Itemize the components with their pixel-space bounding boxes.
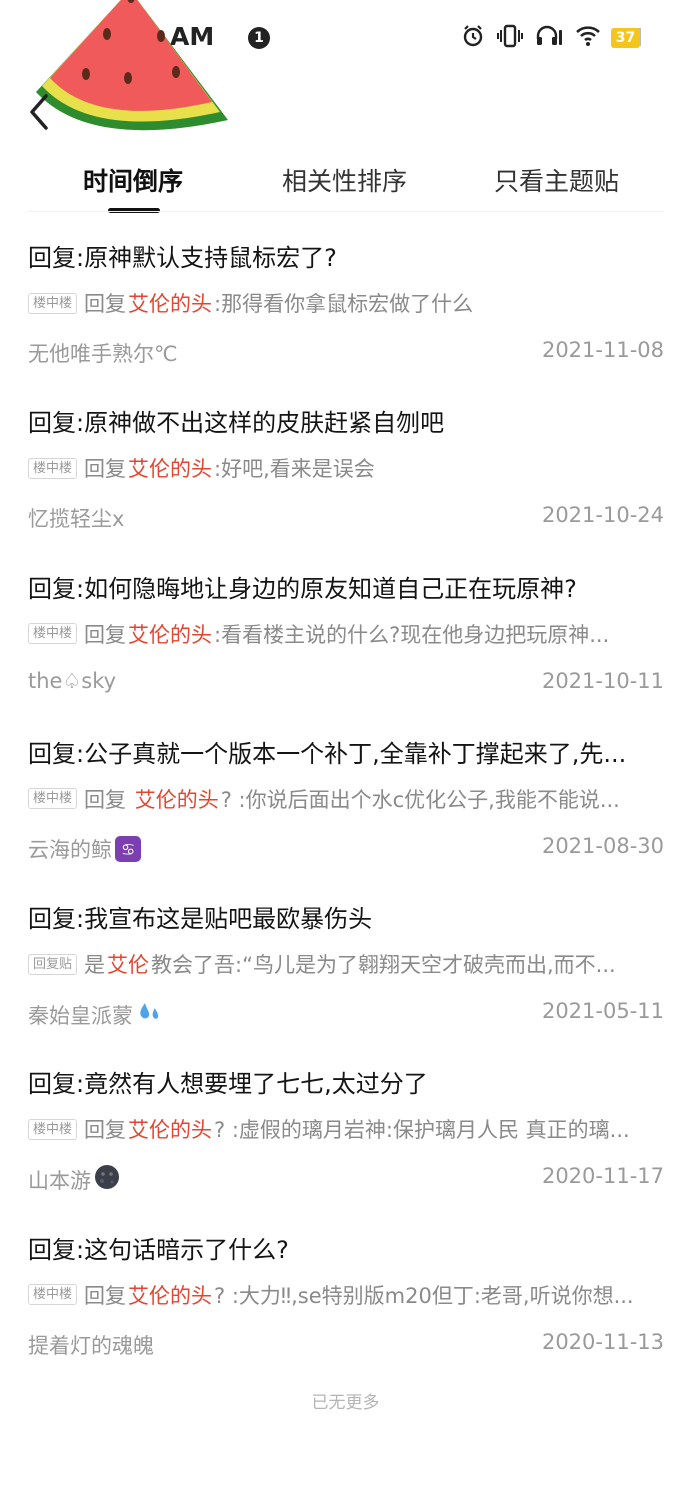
back-button[interactable] bbox=[26, 92, 52, 132]
reply-line: 楼中楼 回复 艾伦的头 :那得看你拿鼠标宏做了什么 bbox=[28, 288, 664, 318]
author-name: 提着灯的魂魄 bbox=[28, 1333, 154, 1358]
sweat-droplets-icon bbox=[136, 999, 162, 1030]
post-author: 无他唯手熟尔℃ bbox=[28, 338, 178, 368]
list-item[interactable]: 回复:原神做不出这样的皮肤赶紧自刎吧 楼中楼 回复 艾伦的头 :好吧,看来是误会… bbox=[0, 395, 691, 560]
reply-prefix: 回复 bbox=[84, 622, 127, 647]
reply-prefix: 是 bbox=[84, 953, 106, 978]
post-author: 提着灯的魂魄 bbox=[28, 1330, 154, 1360]
author-name: 秦始皇派蒙 bbox=[28, 1003, 133, 1028]
post-date: 2020-11-17 bbox=[541, 1164, 664, 1189]
vibrate-icon bbox=[497, 24, 523, 52]
post-date: 2021-05-11 bbox=[541, 999, 664, 1024]
author-name: 云海的鲸 bbox=[28, 837, 112, 862]
post-author: 山本游 bbox=[28, 1164, 120, 1195]
reply-username[interactable]: 艾伦的头 bbox=[128, 619, 212, 649]
post-title: 回复:原神做不出这样的皮肤赶紧自刎吧 bbox=[28, 409, 445, 438]
post-title: 回复:竟然有人想要埋了七七,太过分了 bbox=[28, 1070, 428, 1099]
reply-line: 回复贴 是 艾伦 教会了吾:“鸟儿是为了翱翔天空才破壳而出,而不... bbox=[28, 949, 664, 979]
floor-tag: 楼中楼 bbox=[28, 623, 78, 645]
reply-line: 楼中楼 回复 艾伦的头 ? :大力‼,se特别版m20但丁:老哥,听说你想... bbox=[28, 1280, 664, 1310]
reply-prefix: 回复 bbox=[84, 787, 133, 812]
reply-username[interactable]: 艾伦的头 bbox=[128, 1280, 212, 1310]
floor-tag: 楼中楼 bbox=[28, 1284, 78, 1306]
post-list: 回复:原神默认支持鼠标宏了? 楼中楼 回复 艾伦的头 :那得看你拿鼠标宏做了什么… bbox=[0, 230, 691, 1387]
reply-post-tag: 回复贴 bbox=[28, 953, 78, 975]
reply-text: :看看楼主说的什么?现在他身边把玩原神... bbox=[214, 622, 610, 647]
reply-username[interactable]: 艾伦的头 bbox=[128, 288, 212, 318]
post-title: 回复:我宣布这是贴吧最欧暴伤头 bbox=[28, 905, 373, 934]
list-item[interactable]: 回复:竟然有人想要埋了七七,太过分了 楼中楼 回复 艾伦的头 ? :虚假的璃月岩… bbox=[0, 1056, 691, 1221]
author-name: 山本游 bbox=[28, 1168, 91, 1193]
reply-username[interactable]: 艾伦 bbox=[107, 949, 149, 979]
post-date: 2021-10-24 bbox=[541, 503, 664, 528]
post-author: 秦始皇派蒙 bbox=[28, 999, 162, 1030]
post-date: 2021-10-11 bbox=[541, 668, 664, 693]
reply-text: :好吧,看来是误会 bbox=[214, 457, 375, 482]
list-item[interactable]: 回复:原神默认支持鼠标宏了? 楼中楼 回复 艾伦的头 :那得看你拿鼠标宏做了什么… bbox=[0, 230, 691, 395]
post-date: 2021-08-30 bbox=[541, 833, 664, 858]
floor-tag: 楼中楼 bbox=[28, 788, 78, 810]
wifi-icon bbox=[575, 25, 601, 51]
post-title: 回复:公子真就一个版本一个补丁,全靠补丁撑起来了,先... bbox=[28, 739, 627, 768]
floor-tag: 楼中楼 bbox=[28, 1118, 78, 1140]
notification-badge: 1 bbox=[248, 27, 270, 49]
reply-text: ? :你说后面出个水c优化公子,我能不能说... bbox=[220, 787, 620, 812]
battery-indicator: 37 bbox=[611, 28, 640, 48]
reply-prefix: 回复 bbox=[84, 292, 127, 316]
reply-line: 楼中楼 回复 艾伦的头 ? :虚假的璃月岩神:保护璃月人民 真正的璃... bbox=[28, 1114, 664, 1144]
reply-username[interactable]: 艾伦的头 bbox=[128, 1114, 212, 1144]
list-item[interactable]: 回复:这句话暗示了什么? 楼中楼 回复 艾伦的头 ? :大力‼,se特别版m20… bbox=[0, 1222, 691, 1387]
new-moon-face-icon bbox=[94, 1164, 120, 1195]
svg-text:♋: ♋ bbox=[121, 840, 135, 859]
tab-relevance[interactable]: 相关性排序 bbox=[282, 162, 407, 198]
list-item[interactable]: 回复:公子真就一个版本一个补丁,全靠补丁撑起来了,先... 楼中楼 回复 艾伦的… bbox=[0, 726, 691, 891]
floor-tag: 楼中楼 bbox=[28, 457, 78, 479]
post-author: 忆揽轻尘x bbox=[28, 503, 124, 533]
tab-time-desc[interactable]: 时间倒序 bbox=[83, 162, 183, 198]
divider bbox=[28, 211, 664, 212]
author-name: the♤sky bbox=[28, 668, 117, 693]
watermelon-sticker bbox=[30, 0, 240, 154]
reply-text: ? :虚假的璃月岩神:保护璃月人民 真正的璃... bbox=[214, 1118, 630, 1143]
list-item[interactable]: 回复:如何隐晦地让身边的原友知道自己正在玩原神? 楼中楼 回复 艾伦的头 :看看… bbox=[0, 561, 691, 726]
list-item[interactable]: 回复:我宣布这是贴吧最欧暴伤头 回复贴 是 艾伦 教会了吾:“鸟儿是为了翱翔天空… bbox=[0, 891, 691, 1056]
reply-line: 楼中楼 回复 艾伦的头 :看看楼主说的什么?现在他身边把玩原神... bbox=[28, 619, 664, 649]
sort-tabs: 时间倒序 相关性排序 只看主题贴 bbox=[0, 150, 691, 213]
alarm-icon bbox=[461, 24, 485, 52]
post-author: 云海的鲸 ♋ bbox=[28, 834, 141, 864]
post-author: the♤sky bbox=[28, 669, 116, 693]
reply-text: 教会了吾:“鸟儿是为了翱翔天空才破壳而出,而不... bbox=[151, 953, 616, 978]
reply-username[interactable]: 艾伦的头 bbox=[128, 453, 212, 483]
cancer-zodiac-icon: ♋ bbox=[115, 835, 141, 862]
reply-text: ? :大力‼,se特别版m20但丁:老哥,听说你想... bbox=[214, 1283, 634, 1308]
headset-icon bbox=[535, 24, 563, 52]
post-date: 2020-11-13 bbox=[541, 1329, 664, 1354]
no-more-label: 已无更多 bbox=[311, 1393, 380, 1413]
author-name: 无他唯手熟尔℃ bbox=[28, 342, 178, 366]
reply-text: :那得看你拿鼠标宏做了什么 bbox=[214, 292, 474, 316]
author-name: 忆揽轻尘x bbox=[28, 507, 125, 532]
reply-line: 楼中楼 回复 艾伦的头 ? :你说后面出个水c优化公子,我能不能说... bbox=[28, 784, 664, 814]
post-title: 回复:如何隐晦地让身边的原友知道自己正在玩原神? bbox=[28, 574, 577, 603]
reply-username[interactable]: 艾伦的头 bbox=[135, 784, 219, 814]
post-title: 回复:这句话暗示了什么? bbox=[28, 1235, 289, 1264]
tab-op-only[interactable]: 只看主题贴 bbox=[494, 162, 619, 198]
reply-prefix: 回复 bbox=[84, 1283, 127, 1308]
post-date: 2021-11-08 bbox=[541, 338, 664, 362]
post-title: 回复:原神默认支持鼠标宏了? bbox=[28, 244, 337, 272]
reply-line: 楼中楼 回复 艾伦的头 :好吧,看来是误会 bbox=[28, 453, 664, 483]
reply-prefix: 回复 bbox=[84, 1118, 127, 1143]
floor-tag: 楼中楼 bbox=[28, 292, 78, 314]
reply-prefix: 回复 bbox=[84, 457, 127, 482]
